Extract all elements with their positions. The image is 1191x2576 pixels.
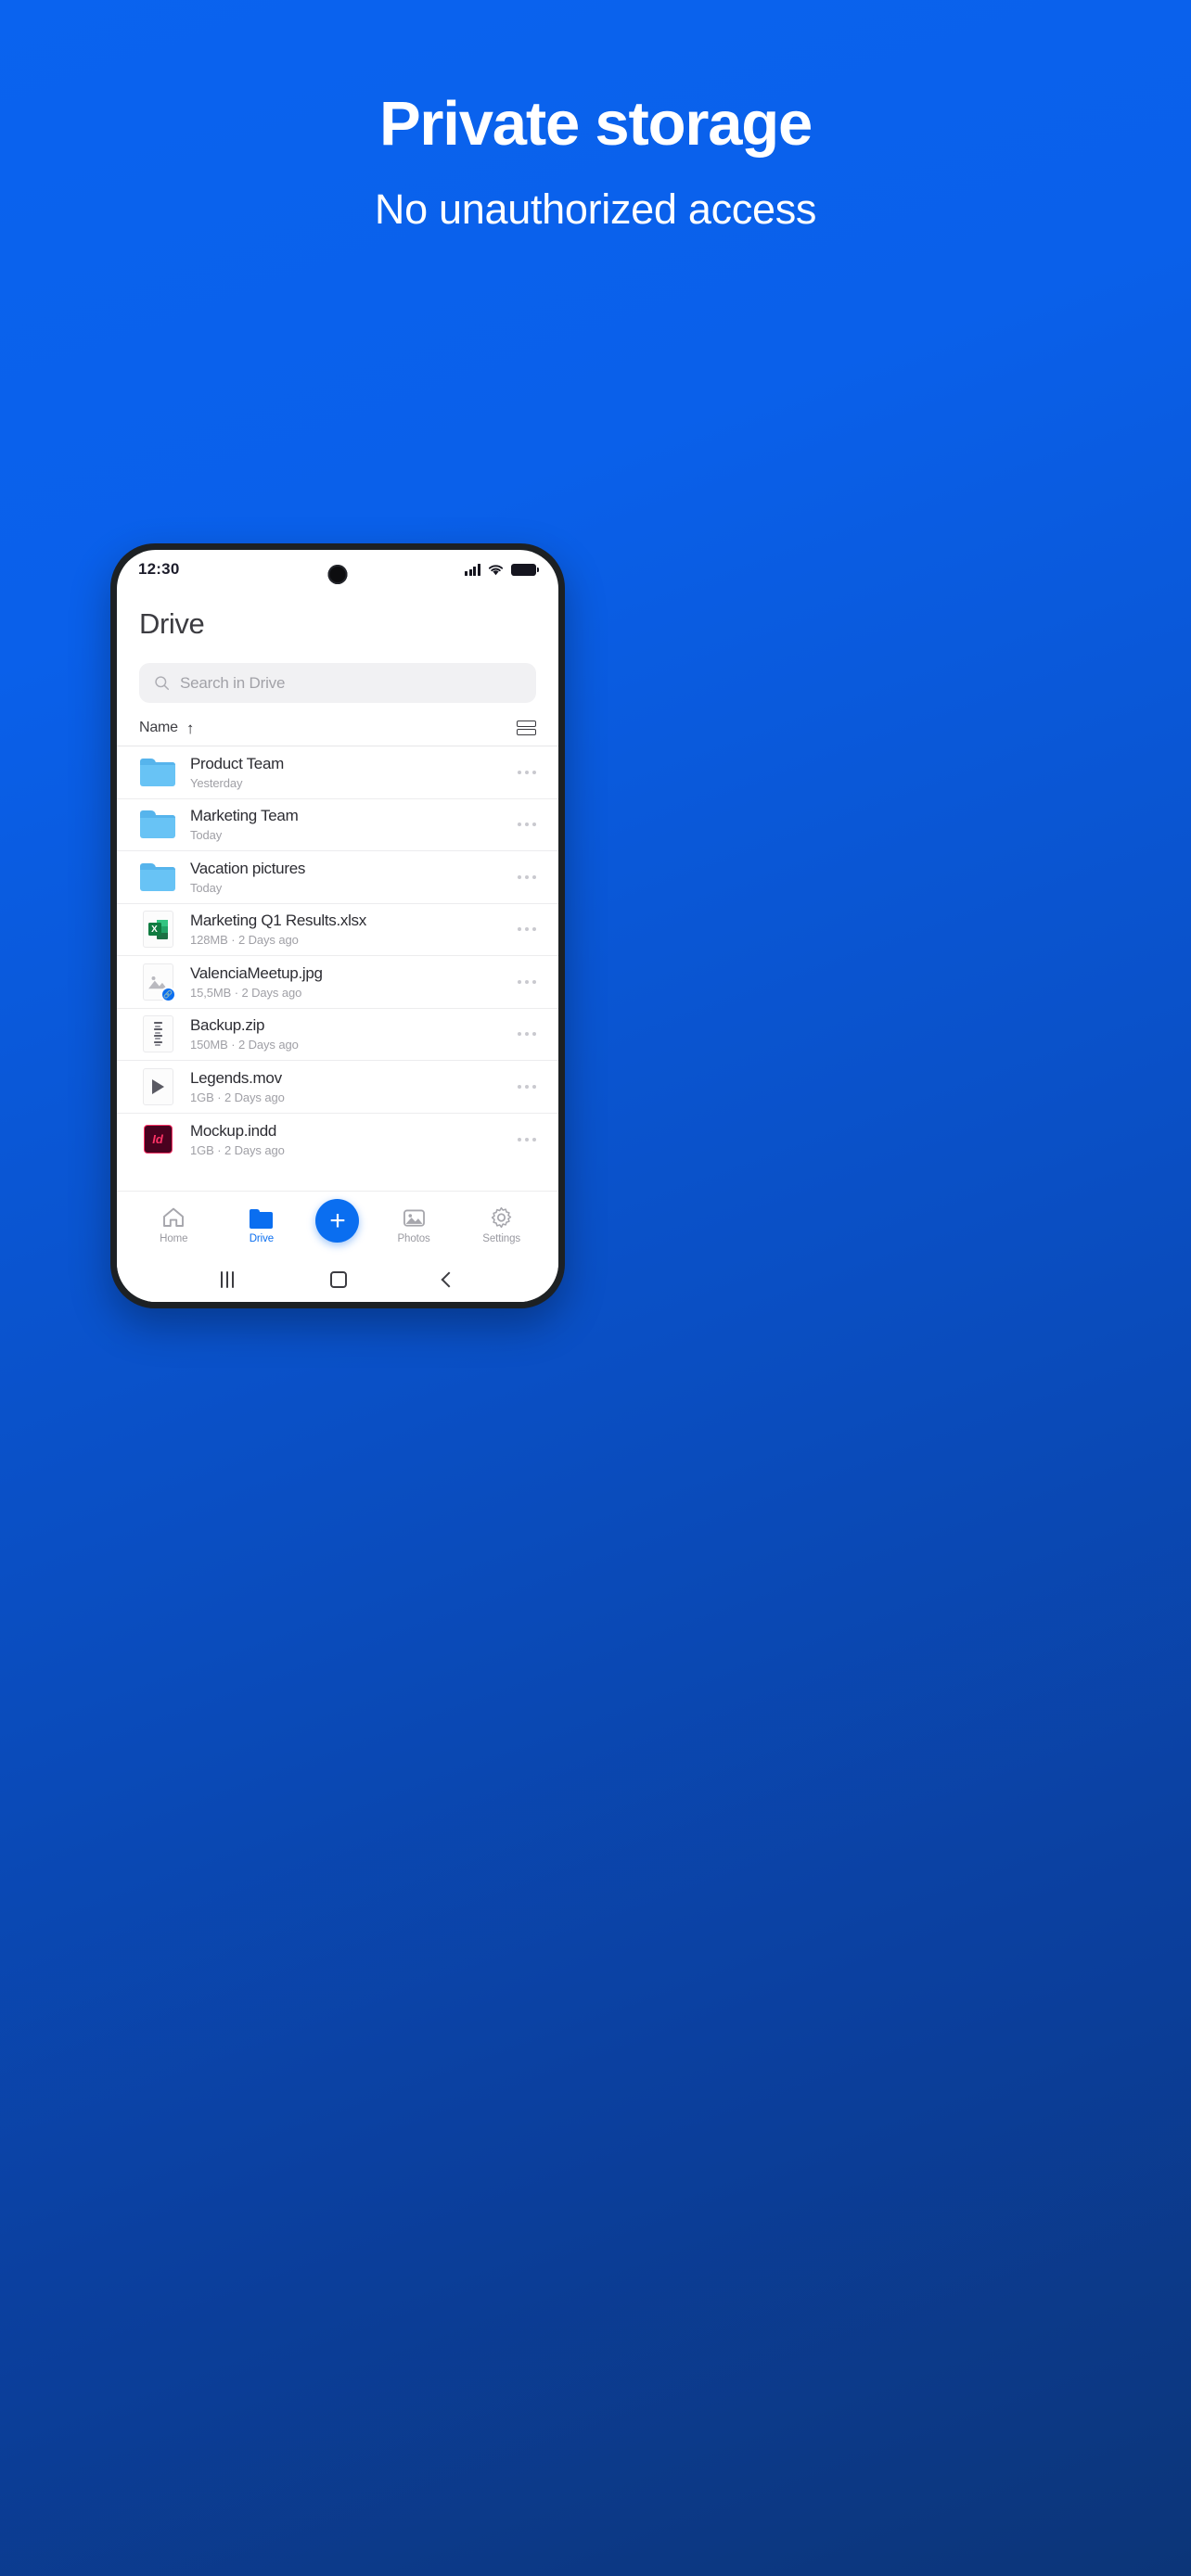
file-name: Mockup.indd xyxy=(190,1121,277,1140)
list-item-meta: Product Team Yesterday xyxy=(190,755,508,790)
signal-bars-icon xyxy=(465,563,480,576)
status-time: 12:30 xyxy=(138,560,180,578)
indesign-file-icon: Id xyxy=(139,1121,176,1158)
file-subtitle: 1GB · 2 Days ago xyxy=(190,1090,285,1104)
file-subtitle: 15,5MB · 2 Days ago xyxy=(190,985,302,1000)
nav-label-home: Home xyxy=(160,1233,188,1244)
nav-item-settings[interactable]: Settings xyxy=(468,1205,535,1244)
battery-full-icon xyxy=(511,563,540,576)
sort-arrow-up-icon: ↑ xyxy=(186,719,195,737)
folder-icon xyxy=(139,859,176,896)
recents-icon[interactable] xyxy=(220,1271,235,1288)
list-item-meta: Mockup.indd 1GB · 2 Days ago xyxy=(190,1122,508,1157)
list-item[interactable]: Vacation pictures Today xyxy=(117,851,558,904)
file-name: ValenciaMeetup.jpg xyxy=(190,963,323,982)
home-icon xyxy=(161,1205,186,1229)
search-input[interactable]: Search in Drive xyxy=(139,663,536,703)
folder-icon xyxy=(250,1205,274,1229)
add-button[interactable]: + xyxy=(315,1199,360,1243)
list-item-meta: Marketing Team Today xyxy=(190,807,508,842)
nav-item-drive[interactable]: Drive xyxy=(228,1205,295,1244)
list-item-meta: Legends.mov 1GB · 2 Days ago xyxy=(190,1069,508,1104)
search-icon xyxy=(155,676,170,691)
nav-label-drive: Drive xyxy=(249,1233,275,1244)
file-name: Vacation pictures xyxy=(190,859,306,877)
overflow-menu-icon[interactable] xyxy=(508,770,536,774)
home-square-icon[interactable] xyxy=(330,1271,348,1288)
overflow-menu-icon[interactable] xyxy=(508,1084,536,1089)
overflow-menu-icon[interactable] xyxy=(508,927,536,932)
list-item[interactable]: Backup.zip 150MB · 2 Days ago xyxy=(117,1009,558,1061)
list-item[interactable]: Id Mockup.indd 1GB · 2 Days ago xyxy=(117,1114,558,1167)
folder-icon xyxy=(139,754,176,791)
list-item-meta: ValenciaMeetup.jpg 15,5MB · 2 Days ago xyxy=(190,964,508,1000)
file-name: Product Team xyxy=(190,754,284,772)
overflow-menu-icon[interactable] xyxy=(508,979,536,984)
list-item[interactable]: 🔗 ValenciaMeetup.jpg 15,5MB · 2 Days ago xyxy=(117,956,558,1009)
wifi-icon xyxy=(488,564,504,575)
play-triangle-icon xyxy=(151,1078,164,1094)
folder-icon xyxy=(139,806,176,843)
list-item[interactable]: Marketing Team Today xyxy=(117,799,558,851)
system-navigation-bar xyxy=(117,1257,558,1302)
front-camera-punch-hole xyxy=(327,565,348,584)
overflow-menu-icon[interactable] xyxy=(508,874,536,879)
file-name: Backup.zip xyxy=(190,1016,265,1035)
promo-subtitle: No unauthorized access xyxy=(374,185,817,233)
list-item-meta: Backup.zip 150MB · 2 Days ago xyxy=(190,1016,508,1052)
nav-label-photos: Photos xyxy=(397,1233,430,1244)
list-item-meta: Vacation pictures Today xyxy=(190,860,508,895)
file-name: Marketing Team xyxy=(190,807,299,825)
list-item[interactable]: Product Team Yesterday xyxy=(117,746,558,799)
list-item[interactable]: Legends.mov 1GB · 2 Days ago xyxy=(117,1061,558,1114)
sort-label: Name xyxy=(139,720,178,735)
gear-icon xyxy=(490,1205,513,1229)
search-container: Search in Drive xyxy=(117,641,558,703)
file-subtitle: 150MB · 2 Days ago xyxy=(190,1038,299,1052)
sort-control[interactable]: Name ↑ xyxy=(139,720,194,736)
promo-header: Private storage No unauthorized access xyxy=(0,0,1191,234)
zip-file-icon xyxy=(139,1015,176,1053)
drive-app: Drive Search in Drive Name ↑ Product Tea… xyxy=(117,589,558,1302)
page-title: Drive xyxy=(139,607,205,640)
excel-file-icon: X xyxy=(139,911,176,949)
file-subtitle: Today xyxy=(190,828,223,843)
promo-title: Private storage xyxy=(378,89,813,159)
file-name: Marketing Q1 Results.xlsx xyxy=(190,912,366,930)
overflow-menu-icon[interactable] xyxy=(508,823,536,827)
file-name: Legends.mov xyxy=(190,1068,282,1087)
bottom-navigation: Home Drive + Photos Settings xyxy=(117,1191,558,1257)
list-view-icon[interactable] xyxy=(517,720,536,736)
back-chevron-icon[interactable] xyxy=(441,1271,457,1288)
file-subtitle: Yesterday xyxy=(190,775,243,790)
video-file-icon xyxy=(139,1067,176,1105)
file-subtitle: 128MB · 2 Days ago xyxy=(190,933,299,948)
shared-link-icon: 🔗 xyxy=(160,986,176,1002)
phone-mockup: 12:30 Drive Search in Drive Name ↑ Produ… xyxy=(110,543,565,1308)
list-item[interactable]: X Marketing Q1 Results.xlsx 128MB · 2 Da… xyxy=(117,904,558,956)
nav-label-settings: Settings xyxy=(482,1233,521,1244)
photos-icon xyxy=(403,1205,426,1229)
file-subtitle: 1GB · 2 Days ago xyxy=(190,1142,285,1157)
file-subtitle: Today xyxy=(190,880,223,895)
phone-screen: 12:30 Drive Search in Drive Name ↑ Produ… xyxy=(117,550,558,1302)
nav-item-photos[interactable]: Photos xyxy=(380,1205,447,1244)
nav-item-home[interactable]: Home xyxy=(140,1205,207,1244)
sort-bar: Name ↑ xyxy=(117,720,558,746)
overflow-menu-icon[interactable] xyxy=(508,1032,536,1037)
status-icons xyxy=(465,563,540,576)
search-placeholder: Search in Drive xyxy=(180,673,286,692)
file-list: Product Team Yesterday Marketing Team To… xyxy=(117,746,558,1191)
image-file-icon: 🔗 xyxy=(139,963,176,1002)
overflow-menu-icon[interactable] xyxy=(508,1137,536,1141)
list-item-meta: Marketing Q1 Results.xlsx 128MB · 2 Days… xyxy=(190,912,508,947)
